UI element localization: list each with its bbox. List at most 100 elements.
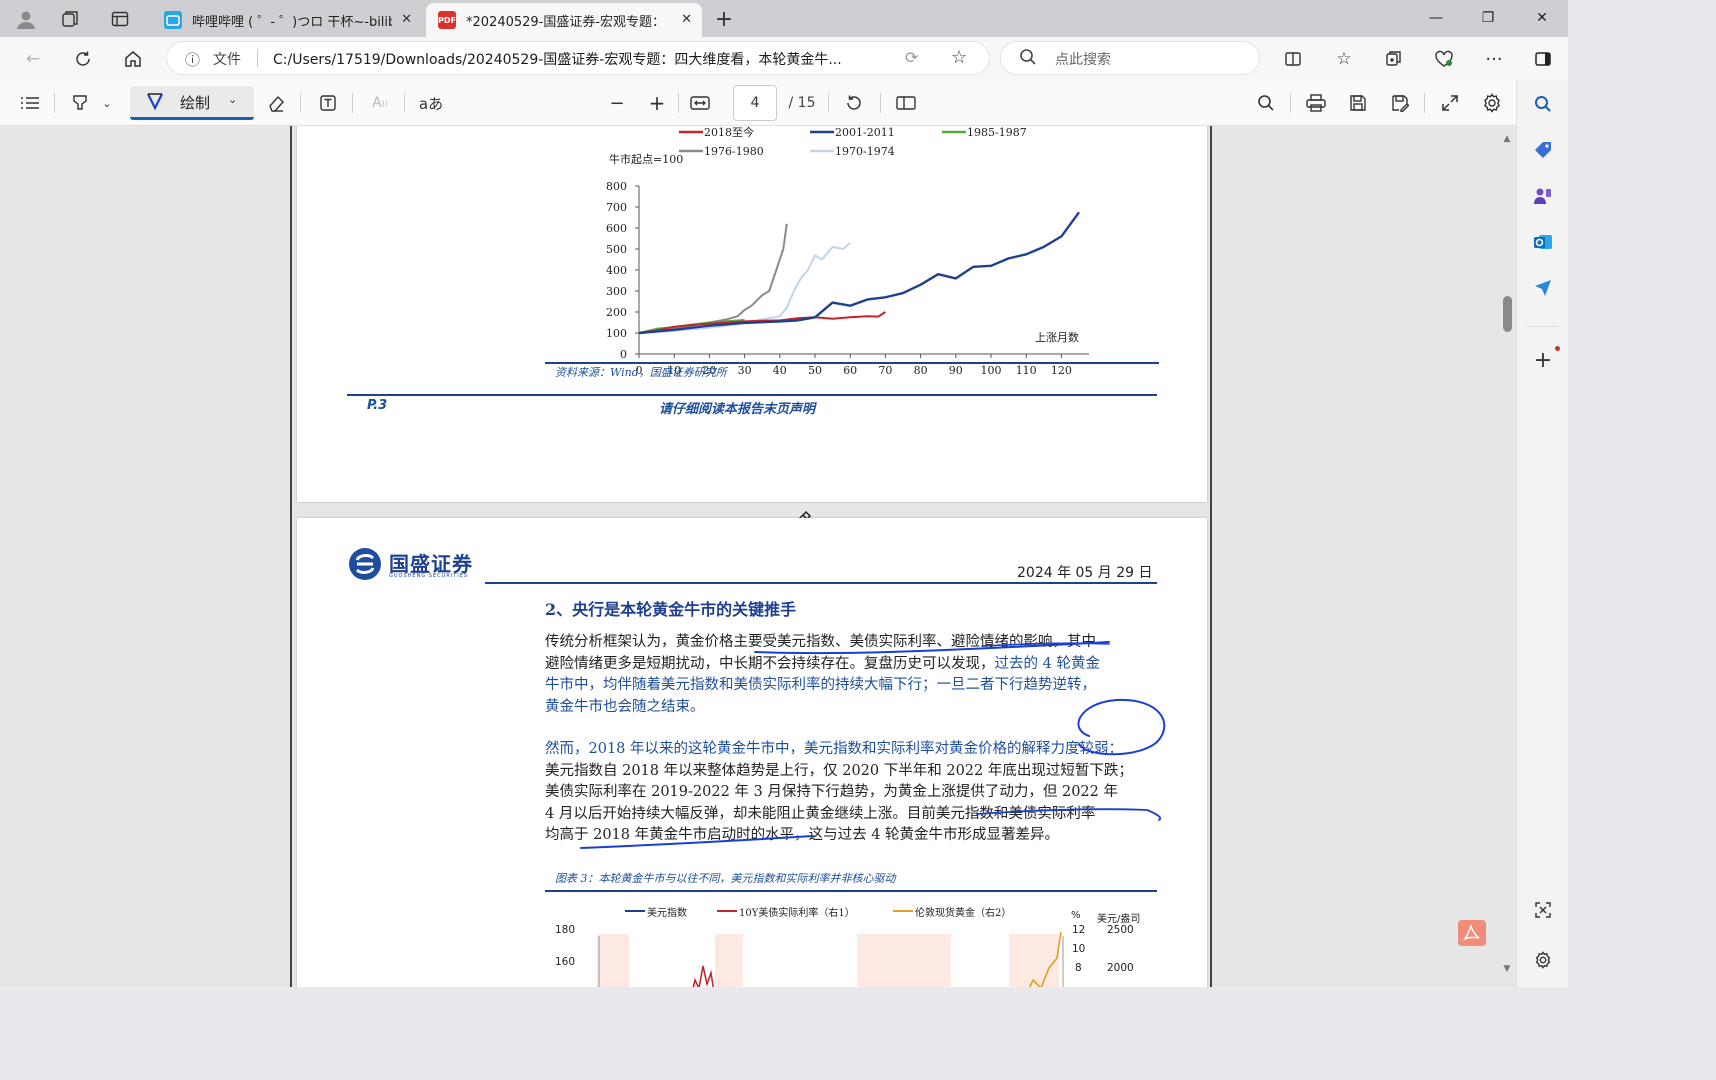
divider: [678, 93, 679, 113]
favorite-star-icon[interactable]: ☆: [951, 47, 967, 68]
eraser-icon[interactable]: [264, 91, 288, 115]
source-note: 资料来源：Wind，国盛证券研究所: [555, 366, 727, 379]
back-arrow-icon[interactable]: ←: [20, 46, 46, 72]
games-icon[interactable]: [1531, 184, 1555, 208]
pdf-page-3: 2018至今 2001-2011 1985-1987 1976-1980 1970-19…: [297, 126, 1207, 502]
highlight-dropdown-icon[interactable]: ⌄: [100, 91, 114, 115]
scroll-up-arrow-icon[interactable]: ▲: [1500, 134, 1514, 144]
x-axis-title: 上涨月数: [1035, 331, 1079, 344]
shopping-tag-icon[interactable]: [1531, 138, 1555, 162]
y-tick-label: 300: [606, 285, 627, 298]
read-aloud-icon[interactable]: A)): [368, 91, 392, 115]
home-icon[interactable]: [120, 46, 146, 72]
page-number-input[interactable]: 4: [733, 85, 777, 121]
fullscreen-icon[interactable]: [1438, 91, 1462, 115]
divider: [404, 93, 405, 113]
add-text-icon[interactable]: [316, 91, 340, 115]
contents-list-icon[interactable]: [18, 91, 42, 115]
draw-dropdown-icon[interactable]: ⌄: [228, 93, 237, 106]
x-tick-label: 30: [738, 364, 752, 377]
cumulative-return-chart: 2018至今 2001-2011 1985-1987 1976-1980 1970-19…: [606, 126, 1089, 377]
y-tick-label: 100: [606, 327, 627, 340]
acrobat-icon[interactable]: [1458, 920, 1486, 946]
screenshot-icon[interactable]: [1531, 898, 1555, 922]
translate-icon[interactable]: ⟳: [905, 48, 918, 67]
info-icon[interactable]: ⓘ: [185, 49, 200, 70]
url-text[interactable]: C:/Users/17519/Downloads/20240529-国盛证券-宏…: [273, 49, 891, 69]
y-tick-label: 400: [606, 264, 627, 277]
scroll-down-arrow-icon[interactable]: ▼: [1500, 964, 1514, 974]
sidebar-settings-gear-icon[interactable]: [1531, 948, 1555, 972]
divider: [1424, 93, 1425, 113]
refresh-icon[interactable]: [70, 46, 96, 72]
legend-label: 1976-1980: [704, 145, 764, 158]
close-tab-icon[interactable]: ✕: [681, 12, 692, 27]
search-icon[interactable]: [1531, 92, 1555, 116]
browser-essentials-icon[interactable]: [1431, 46, 1457, 72]
settings-gear-icon[interactable]: [1480, 91, 1504, 115]
tab-strip: 哔哩哔哩 ( ゜- ゜)つロ 干杯~-bilib ✕ PDF *20240529…: [0, 0, 1568, 37]
close-window-button[interactable]: ✕: [1522, 6, 1562, 30]
draw-button[interactable]: 绘制 ⌄: [130, 86, 254, 120]
disclaimer-footer: 请仔细阅读本报告末页声明: [659, 402, 816, 417]
tab-pdf[interactable]: PDF *20240529-国盛证券-宏观专题： ✕: [426, 3, 702, 37]
add-sidebar-app-icon[interactable]: +: [1531, 348, 1555, 373]
search-icon: [1019, 48, 1037, 70]
vertical-tabs-icon[interactable]: [108, 7, 132, 31]
pdf-viewer[interactable]: 2018至今 2001-2011 1985-1987 1976-1980 1970-19…: [0, 126, 1516, 987]
legend-label: 1970-1974: [835, 145, 895, 158]
print-icon[interactable]: [1304, 91, 1328, 115]
search-box[interactable]: 点此搜索: [1000, 41, 1260, 75]
divider: [828, 93, 829, 113]
send-icon[interactable]: [1531, 276, 1555, 300]
pdf-file-icon: PDF: [438, 11, 456, 29]
y-tick-label: 200: [606, 306, 627, 319]
sidebar-toggle-icon[interactable]: [1530, 46, 1556, 72]
divider: [54, 93, 55, 113]
gold-line-tail: [1029, 931, 1062, 987]
immersive-reader-button[interactable]: aあ: [416, 91, 446, 115]
outlook-icon[interactable]: [1531, 230, 1555, 254]
find-icon[interactable]: [1254, 91, 1278, 115]
bilibili-tv-icon: [164, 11, 182, 29]
tab-title: 哔哩哔哩 ( ゜- ゜)つロ 干杯~-bilib: [192, 14, 392, 30]
pdf-page-4: 国盛证券 GUOSHENG SECURITIES 2024 年 05 月 29 …: [297, 518, 1207, 987]
page-number-footer: P.3: [367, 398, 388, 413]
split-screen-icon[interactable]: [1280, 46, 1306, 72]
collections-icon[interactable]: [1381, 46, 1407, 72]
scrollbar-thumb[interactable]: [1503, 296, 1512, 332]
page-view-icon[interactable]: [894, 91, 918, 115]
more-menu-icon[interactable]: ···: [1481, 46, 1507, 72]
tab-bilibili[interactable]: 哔哩哔哩 ( ゜- ゜)つロ 干杯~-bilib ✕: [152, 3, 422, 37]
y-tick-label: 800: [606, 180, 627, 193]
y-tick-label: 500: [606, 243, 627, 256]
zoom-in-icon[interactable]: +: [646, 91, 668, 115]
rotate-icon[interactable]: [842, 91, 866, 115]
divider: [1290, 93, 1291, 113]
favorites-icon[interactable]: ☆: [1331, 46, 1357, 72]
real-rate-spike: [692, 965, 715, 987]
legend-label: 2018至今: [704, 126, 754, 139]
divider: [352, 93, 353, 113]
collections-icon[interactable]: [58, 7, 82, 31]
series-line-1: [638, 211, 1080, 335]
x-tick-label: 50: [808, 364, 822, 377]
x-tick-label: 120: [1051, 364, 1072, 377]
divider: [880, 93, 881, 113]
x-tick-label: 80: [914, 364, 928, 377]
save-as-icon[interactable]: [1388, 91, 1412, 115]
address-bar[interactable]: ⓘ 文件 C:/Users/17519/Downloads/20240529-国…: [166, 41, 990, 75]
navigation-bar: ← ⓘ 文件 C:/Users/17519/Downloads/20240529…: [0, 37, 1568, 80]
close-tab-icon[interactable]: ✕: [401, 12, 412, 27]
minimize-button[interactable]: —: [1416, 6, 1456, 30]
zoom-out-icon[interactable]: −: [606, 91, 628, 115]
profile-icon[interactable]: [14, 7, 38, 31]
fit-width-icon[interactable]: [688, 91, 712, 115]
file-label: 文件: [213, 52, 241, 68]
save-icon[interactable]: [1346, 91, 1370, 115]
restore-button[interactable]: ❐: [1468, 6, 1508, 30]
search-placeholder: 点此搜索: [1055, 52, 1111, 68]
divider: [300, 93, 301, 113]
new-tab-button[interactable]: +: [712, 7, 736, 32]
highlight-icon[interactable]: [68, 91, 92, 115]
